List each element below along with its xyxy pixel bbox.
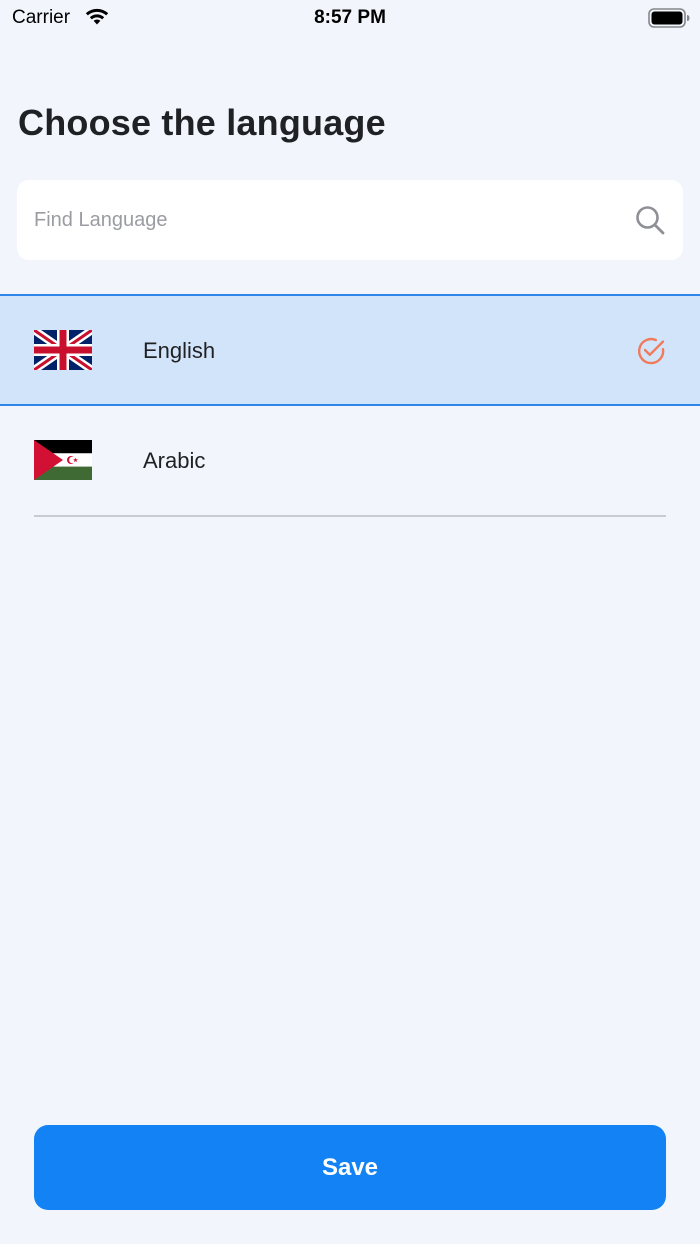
clock: 8:57 PM <box>314 7 386 28</box>
list-divider <box>34 515 666 517</box>
check-circle-icon <box>637 337 665 365</box>
language-label: English <box>143 338 216 363</box>
language-item-arabic[interactable]: Arabic <box>0 406 700 518</box>
status-bar: Carrier 8:57 PM <box>0 0 700 36</box>
language-screen: Carrier 8:57 PM Choose the language Find… <box>0 0 700 1244</box>
sahrawi-flag-icon <box>34 440 92 480</box>
page-title: Choose the language <box>18 102 386 143</box>
language-list: English Arabic <box>0 294 700 518</box>
language-label: Arabic <box>143 448 206 473</box>
save-button[interactable]: Save <box>34 1125 666 1210</box>
battery-full-icon <box>648 8 690 28</box>
language-item-english[interactable]: English <box>0 294 700 406</box>
search-icon[interactable] <box>634 204 666 236</box>
uk-flag-icon <box>34 330 92 370</box>
search-input[interactable] <box>17 180 617 260</box>
search-box <box>17 180 683 260</box>
